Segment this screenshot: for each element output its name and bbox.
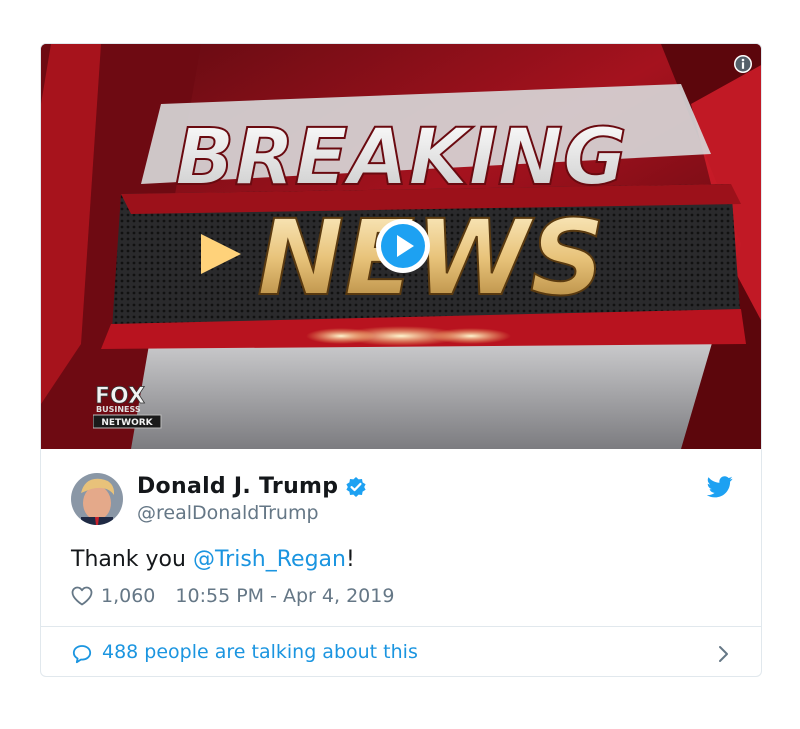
info-icon[interactable] [733,54,753,74]
headline-breaking: BREAKING [175,113,627,203]
tweet-timestamp[interactable]: 10:55 PM - Apr 4, 2019 [175,585,394,607]
display-name[interactable]: Donald J. Trump [137,474,338,499]
video-thumbnail[interactable]: BREAKING NEWS FOX BUSINESS NETWORK [41,44,761,449]
tweet-text-suffix: ! [345,547,355,572]
twitter-bird-icon[interactable] [706,476,733,498]
play-icon[interactable] [374,217,432,275]
talking-count-text: 488 people are talking about this [102,641,418,663]
mention-link[interactable]: @Trish_Regan [193,547,346,572]
tweet-text: Thank you @Trish_Regan! [71,547,355,572]
heart-icon[interactable] [71,586,93,606]
embedded-tweet-card: BREAKING NEWS FOX BUSINESS NETWORK Donal… [40,43,762,677]
tweet-text-prefix: Thank you [71,547,193,572]
author-handle[interactable]: @realDonaldTrump [137,502,319,524]
logo-business-text: BUSINESS [96,405,141,414]
fox-business-logo: FOX BUSINESS NETWORK [93,381,163,429]
author-name-row: Donald J. Trump [137,474,367,499]
verified-icon [345,476,367,498]
speech-bubble-icon [72,644,92,664]
like-count[interactable]: 1,060 [101,585,155,607]
chevron-right-icon [717,644,729,664]
conversation-link[interactable]: 488 people are talking about this [41,627,761,676]
tweet-meta: 1,060 10:55 PM - Apr 4, 2019 [71,585,394,607]
logo-network-text: NETWORK [101,418,153,428]
avatar[interactable] [71,473,123,525]
